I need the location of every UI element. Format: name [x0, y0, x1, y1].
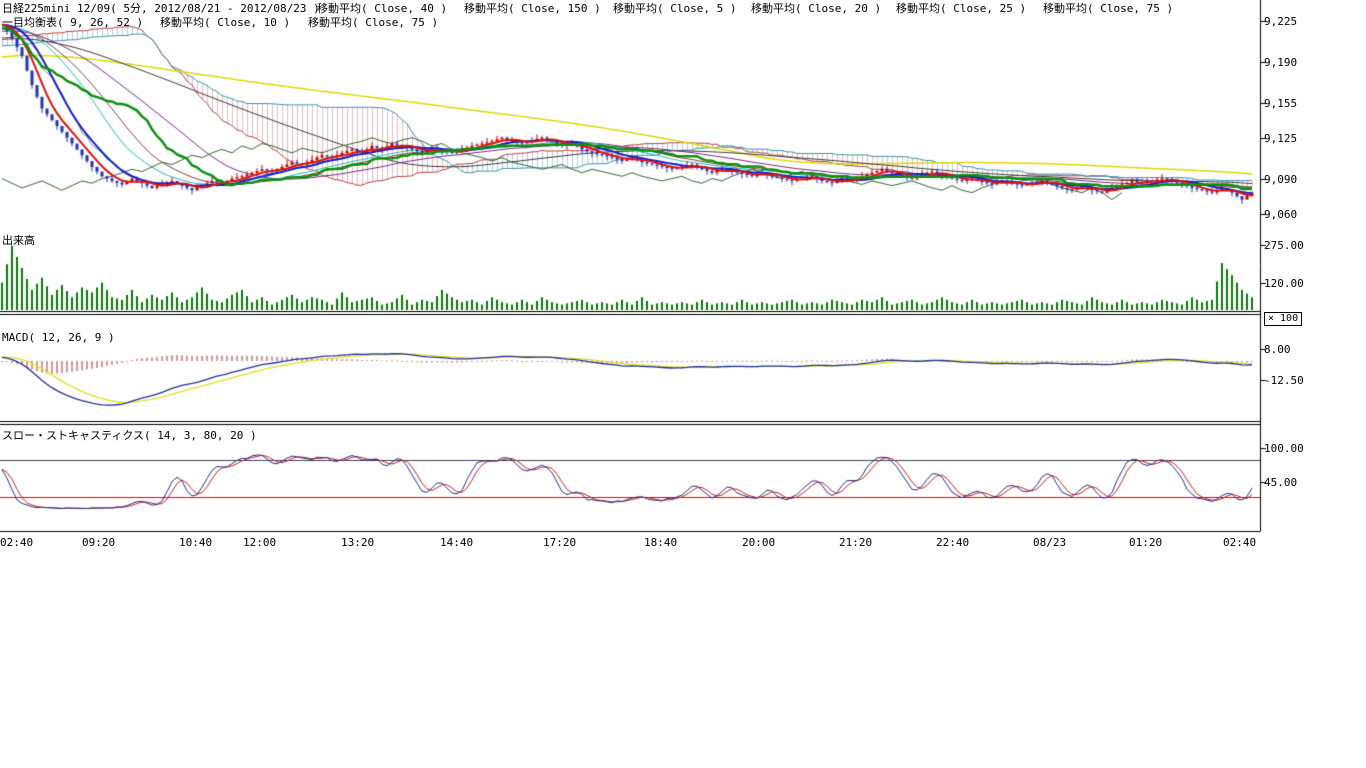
stoch-axis-label: 45.00	[1264, 476, 1297, 489]
stochastics-panel-label: スロー・ストキャスティクス( 14, 3, 80, 20 )	[2, 429, 257, 442]
volume-panel-label: 出来高	[2, 234, 35, 247]
stoch-axis-label: 100.00	[1264, 442, 1304, 455]
indicator-label: 移動平均( Close, 20 )	[751, 2, 881, 15]
indicator-label: 一目均衡表( 9, 26, 52 )	[2, 16, 143, 29]
indicator-label: 移動平均( Close, 150 )	[464, 2, 601, 15]
time-axis-label: 18:40	[644, 536, 677, 549]
time-axis-label: 01:20	[1129, 536, 1162, 549]
time-axis-label: 22:40	[936, 536, 969, 549]
indicator-label: 移動平均( Close, 75 )	[1043, 2, 1173, 15]
time-axis-label: 08/23	[1033, 536, 1066, 549]
price-axis-label: 9,090	[1264, 173, 1297, 186]
volume-axis-label: 275.00	[1264, 239, 1304, 252]
price-axis-label: 9,190	[1264, 56, 1297, 69]
indicator-label: 移動平均( Close, 25 )	[896, 2, 1026, 15]
time-axis-label: 12:00	[243, 536, 276, 549]
time-axis-label: 17:20	[543, 536, 576, 549]
chart-canvas	[0, 0, 1366, 560]
chart-title: 日経225mini 12/09( 5分, 2012/08/21 - 2012/0…	[2, 2, 320, 15]
time-axis-label: 13:20	[341, 536, 374, 549]
indicator-label: 移動平均( Close, 5 )	[613, 2, 736, 15]
macd-panel-label: MACD( 12, 26, 9 )	[2, 331, 115, 344]
time-axis-label: 14:40	[440, 536, 473, 549]
indicator-label: 移動平均( Close, 40 )	[317, 2, 447, 15]
time-axis-label: 02:40	[1223, 536, 1256, 549]
time-axis-label: 21:20	[839, 536, 872, 549]
volume-axis-label: 120.00	[1264, 277, 1304, 290]
indicator-label: 移動平均( Close, 75 )	[308, 16, 438, 29]
price-axis-label: 9,060	[1264, 208, 1297, 221]
time-axis-label: 10:40	[179, 536, 212, 549]
time-axis-label: 20:00	[742, 536, 775, 549]
macd-axis-label: 8.00	[1264, 343, 1291, 356]
price-axis-label: 9,125	[1264, 132, 1297, 145]
price-axis-label: 9,225	[1264, 15, 1297, 28]
volume-unit-box: × 100	[1264, 312, 1302, 326]
price-axis-label: 9,155	[1264, 97, 1297, 110]
indicator-label: 移動平均( Close, 10 )	[160, 16, 290, 29]
chart-root: 日経225mini 12/09( 5分, 2012/08/21 - 2012/0…	[0, 0, 1366, 768]
time-axis-label: 02:40	[0, 536, 33, 549]
time-axis-label: 09:20	[82, 536, 115, 549]
macd-axis-label: -12.50	[1264, 374, 1304, 387]
